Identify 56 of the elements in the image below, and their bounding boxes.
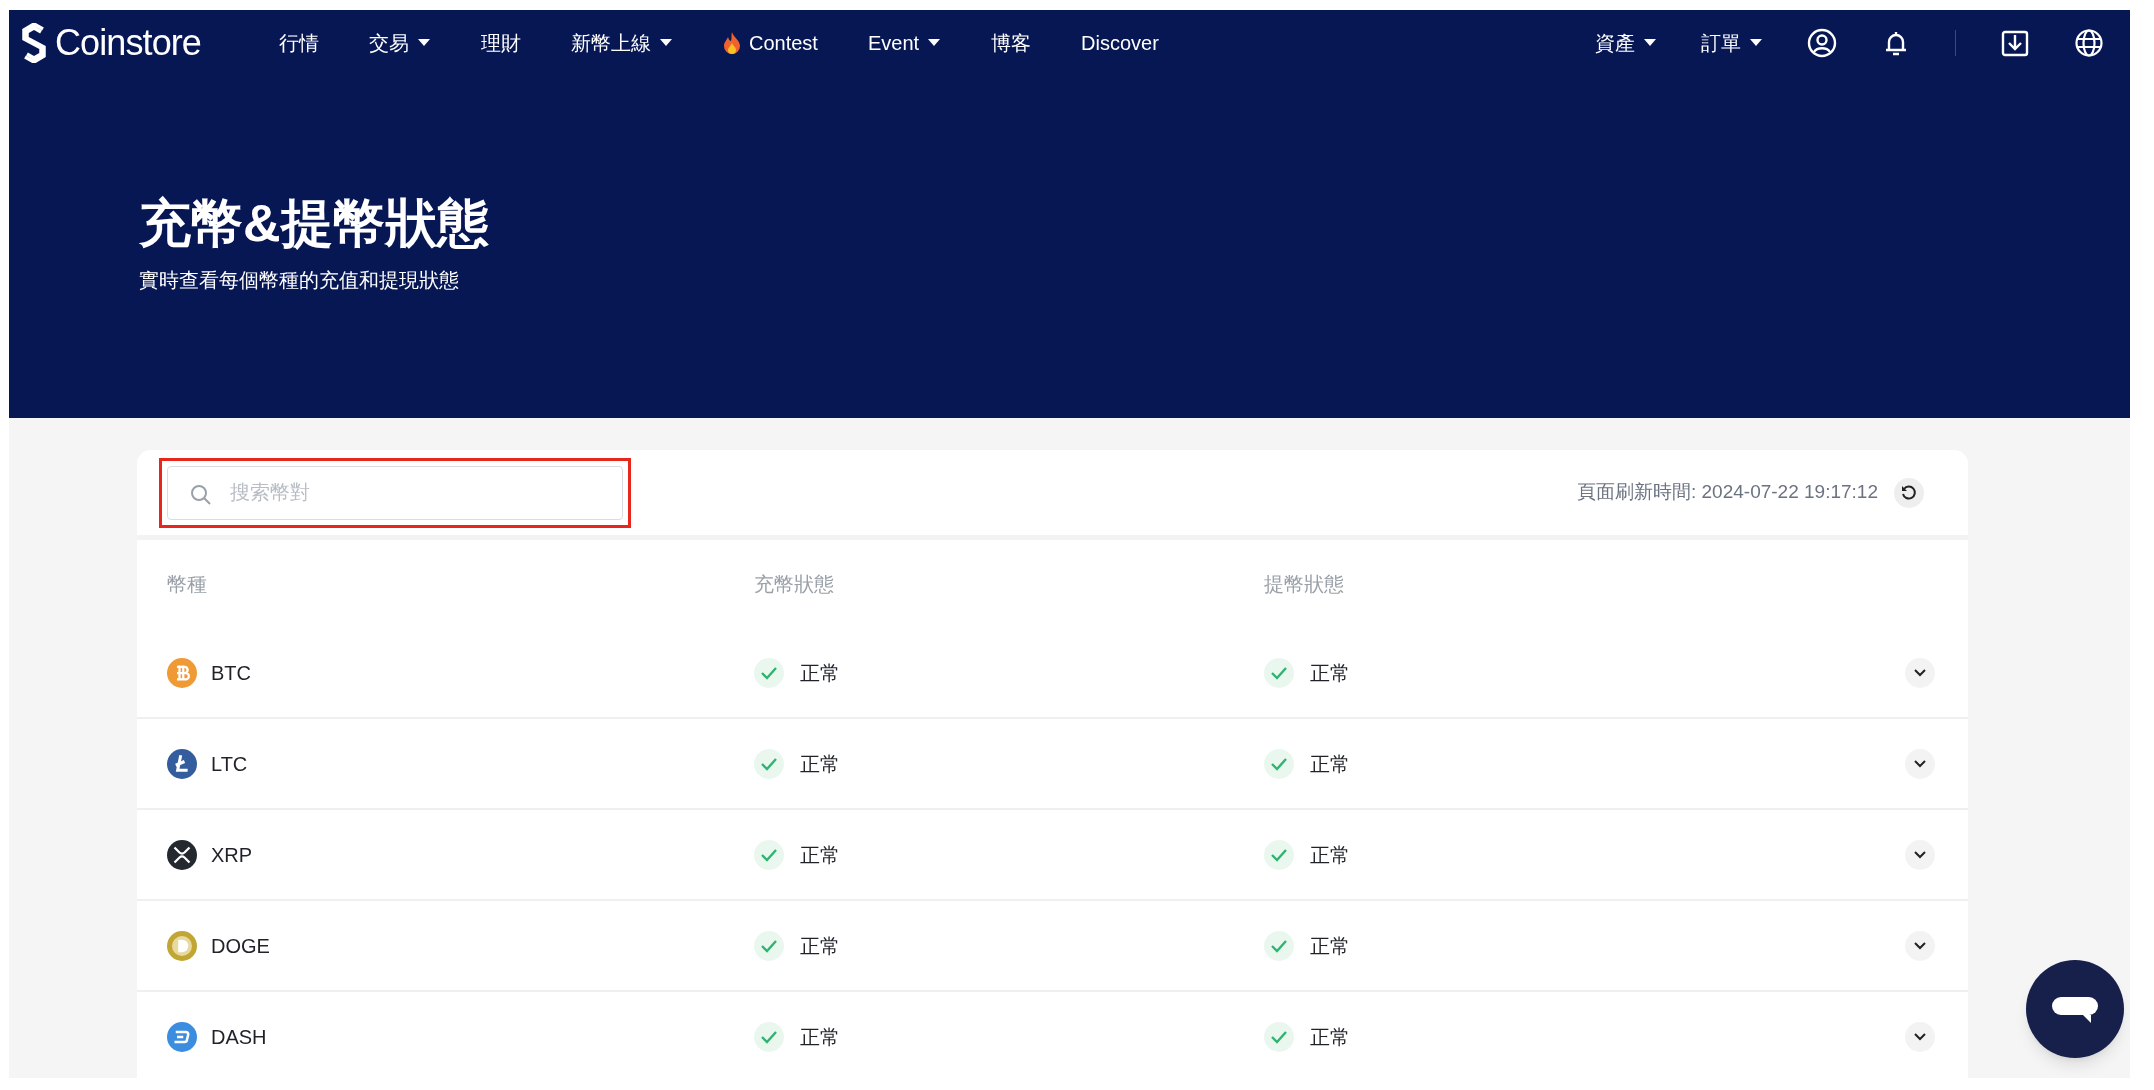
caret-icon [927, 38, 942, 47]
status-text: 正常 [1310, 933, 1350, 959]
nav-item[interactable]: Event [867, 27, 942, 58]
chevron-icon [1913, 1032, 1927, 1041]
status-text: 正常 [800, 660, 840, 686]
status-text: 正常 [1310, 1024, 1350, 1050]
caret-icon [1643, 38, 1657, 47]
chevron-icon [1913, 759, 1927, 768]
nav-item[interactable]: Discover [1081, 27, 1159, 58]
nav-item[interactable]: 訂單 [1701, 27, 1763, 58]
expand-button[interactable] [1905, 930, 1935, 961]
flame-icon [723, 30, 741, 55]
search-field[interactable]: 搜索幣對 [167, 465, 623, 520]
chevron-icon [1913, 850, 1927, 859]
logo-text: Coinstore [55, 20, 201, 65]
nav-item[interactable]: 資產 [1595, 27, 1657, 58]
chevron-icon [1913, 941, 1927, 950]
coin-name: DOGE [211, 933, 270, 959]
status-text: 正常 [800, 751, 840, 777]
caret-icon [1749, 38, 1763, 47]
status-text: 正常 [800, 1024, 840, 1050]
page-title: 充幣&提幣狀態 [139, 197, 489, 249]
column-header: 幣種 [167, 572, 208, 597]
caret-icon [417, 38, 431, 47]
coin-name: BTC [211, 660, 251, 686]
refresh-icon [1900, 483, 1918, 502]
nav-item[interactable]: 博客 [991, 27, 1032, 58]
coin-name: LTC [211, 751, 248, 777]
logo-icon [21, 22, 47, 63]
nav-item[interactable]: 行情 [279, 27, 319, 58]
refresh-time: 頁面刷新時間: 2024-07-22 19:17:12 [1577, 480, 1878, 505]
status-text: 正常 [1310, 660, 1350, 686]
refresh-button[interactable] [1894, 477, 1924, 508]
status-text: 正常 [1310, 842, 1350, 868]
expand-button[interactable] [1905, 839, 1935, 870]
status-text: 正常 [800, 933, 840, 959]
column-header: 充幣狀態 [754, 572, 835, 597]
status-text: 正常 [800, 842, 840, 868]
page-subtitle: 實時查看每個幣種的充值和提現狀態 [139, 268, 459, 293]
user-icon[interactable] [1807, 27, 1837, 58]
expand-button[interactable] [1905, 748, 1935, 779]
coin-name: XRP [211, 842, 253, 868]
coin-name: DASH [211, 1024, 267, 1050]
expand-button[interactable] [1905, 1021, 1935, 1052]
nav-item[interactable]: 交易 [369, 27, 431, 58]
nav-item[interactable]: 新幣上線 [571, 27, 673, 58]
search-icon [189, 482, 213, 507]
logo[interactable]: Coinstore [21, 15, 201, 70]
globe-icon[interactable] [2074, 27, 2104, 58]
column-header: 提幣狀態 [1264, 572, 1345, 597]
nav-item[interactable]: Contest [723, 27, 818, 58]
chevron-icon [1913, 668, 1927, 677]
nav-item[interactable]: 理財 [481, 27, 521, 58]
expand-button[interactable] [1905, 657, 1935, 688]
status-text: 正常 [1310, 751, 1350, 777]
caret-icon [659, 38, 673, 47]
